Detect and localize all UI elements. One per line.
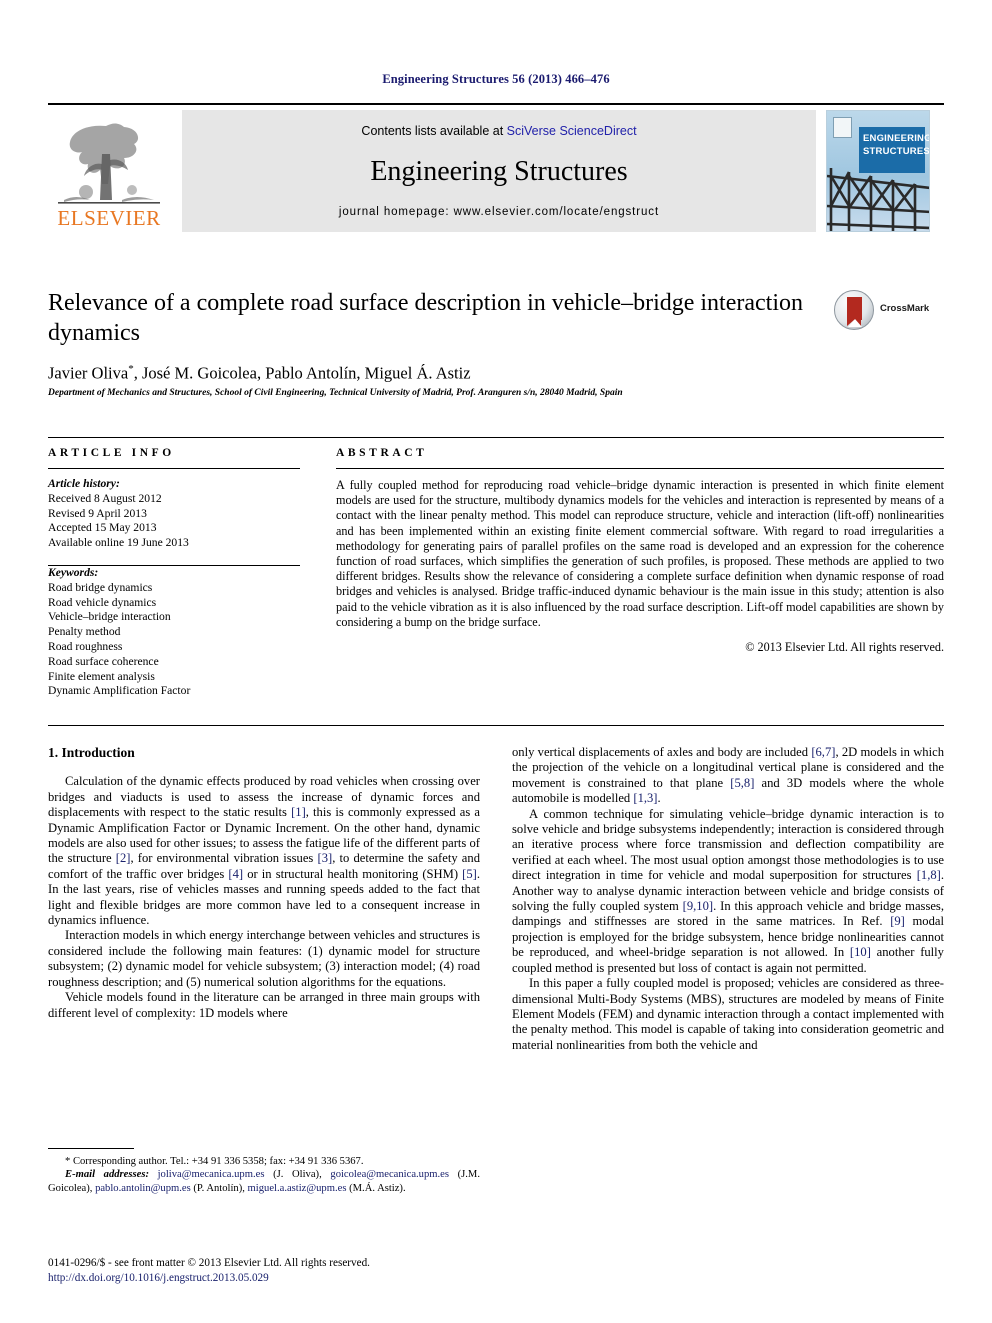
crossmark-label: CrossMark xyxy=(880,303,930,314)
citation-link[interactable]: [9] xyxy=(890,914,905,928)
elsevier-wordmark: ELSEVIER xyxy=(57,206,161,230)
bridge-truss-illustration xyxy=(827,168,929,231)
issn-line: 0141-0296/$ - see front matter © 2013 El… xyxy=(48,1257,370,1269)
cover-title-line2: STRUCTURES xyxy=(863,146,930,157)
contents-available-line: Contents lists available at SciVerse Sci… xyxy=(182,124,816,138)
citation-link[interactable]: [10] xyxy=(850,945,871,959)
history-item: Revised 9 April 2013 xyxy=(48,506,147,520)
keywords-label: Keywords: xyxy=(48,565,99,579)
journal-title: Engineering Structures xyxy=(370,156,628,187)
corresponding-author-note: * Corresponding author. Tel.: +34 91 336… xyxy=(65,1156,364,1167)
keyword-item: Road surface coherence xyxy=(48,654,159,668)
citation-link[interactable]: [6,7] xyxy=(811,745,835,759)
cover-publisher-badge xyxy=(833,117,852,138)
paragraph: Interaction models in which energy inter… xyxy=(48,928,480,989)
citation-link[interactable]: [2] xyxy=(116,851,131,865)
divider-below-abstract xyxy=(48,725,944,726)
body-column-right: only vertical displacements of axles and… xyxy=(512,745,944,1053)
keyword-item: Finite element analysis xyxy=(48,669,155,683)
keyword-item: Dynamic Amplification Factor xyxy=(48,684,191,698)
crossmark-badge-icon xyxy=(834,290,874,330)
email-addresses-note: E-mail addresses: joliva@mecanica.upm.es… xyxy=(48,1169,480,1194)
keyword-item: Road roughness xyxy=(48,639,123,653)
body-column-left: 1. Introduction Calculation of the dynam… xyxy=(48,745,480,1021)
email-person: (P. Antolín) xyxy=(193,1182,243,1194)
abstract-text: A fully coupled method for reproducing r… xyxy=(336,478,944,629)
email-link[interactable]: goicolea@mecanica.upm.es xyxy=(330,1169,449,1180)
footnote-block: * Corresponding author. Tel.: +34 91 336… xyxy=(48,1155,480,1195)
paragraph: Calculation of the dynamic effects produ… xyxy=(48,774,480,928)
email-link[interactable]: joliva@mecanica.upm.es xyxy=(158,1169,265,1180)
paragraph: In this paper a fully coupled model is p… xyxy=(512,976,944,1052)
citation-link[interactable]: [5] xyxy=(462,867,477,881)
citation-link[interactable]: [3] xyxy=(318,851,333,865)
corresponding-author-marker: * xyxy=(128,363,134,375)
citation-link[interactable]: [1] xyxy=(291,805,306,819)
contents-prefix: Contents lists available at xyxy=(361,124,507,138)
email-link[interactable]: pablo.antolin@upm.es xyxy=(95,1183,191,1194)
journal-homepage[interactable]: journal homepage: www.elsevier.com/locat… xyxy=(182,206,816,218)
citation-link[interactable]: [1,3] xyxy=(633,791,657,805)
section-heading-introduction: 1. Introduction xyxy=(48,745,135,760)
email-person: (M.Á. Astiz) xyxy=(349,1182,403,1194)
issn-doi-block: 0141-0296/$ - see front matter © 2013 El… xyxy=(48,1256,548,1285)
citation-link[interactable]: [1,8] xyxy=(917,868,941,882)
abstract-rule xyxy=(336,468,944,469)
keyword-item: Road vehicle dynamics xyxy=(48,595,157,609)
journal-banner-inner: ELSEVIER Contents lists available at Sci… xyxy=(48,108,944,233)
divider-above-abstract xyxy=(48,437,944,438)
keywords-block: Keywords: Road bridge dynamics Road vehi… xyxy=(48,566,300,699)
paragraph: A common technique for simulating vehicl… xyxy=(512,806,944,975)
keyword-item: Road bridge dynamics xyxy=(48,580,153,594)
article-history-block: Article history: Received 8 August 2012 … xyxy=(48,477,300,551)
email-link[interactable]: miguel.a.astiz@upm.es xyxy=(248,1183,347,1194)
sciencedirect-link[interactable]: SciVerse ScienceDirect xyxy=(507,124,637,138)
abstract-copyright: © 2013 Elsevier Ltd. All rights reserved… xyxy=(745,640,944,655)
crossmark-ribbon-icon xyxy=(847,297,862,326)
paper-page: Engineering Structures 56 (2013) 466–476 xyxy=(0,0,992,1323)
journal-cover-thumbnail: ENGINEERING STRUCTURES xyxy=(826,110,930,232)
citation-link[interactable]: [4] xyxy=(228,867,243,881)
elsevier-logo: ELSEVIER xyxy=(48,110,170,232)
affiliation: Department of Mechanics and Structures, … xyxy=(48,388,623,398)
history-item: Received 8 August 2012 xyxy=(48,491,162,505)
paragraph: only vertical displacements of axles and… xyxy=(512,745,944,806)
keyword-item: Penalty method xyxy=(48,625,121,639)
doi-link[interactable]: http://dx.doi.org/10.1016/j.engstruct.20… xyxy=(48,1271,548,1286)
citation-link[interactable]: [9,10] xyxy=(683,899,713,913)
history-item: Accepted 15 May 2013 xyxy=(48,521,157,535)
crossmark-arrow-icon xyxy=(848,319,862,327)
email-person: (J. Oliva) xyxy=(273,1169,320,1181)
journal-banner-panel: Contents lists available at SciVerse Sci… xyxy=(182,110,816,232)
page-title: Relevance of a complete road surface des… xyxy=(48,290,804,346)
email-addresses-label: E-mail addresses: xyxy=(65,1169,149,1181)
article-info-rule xyxy=(48,468,300,469)
history-item: Available online 19 June 2013 xyxy=(48,536,189,550)
running-head: Engineering Structures 56 (2013) 466–476 xyxy=(382,72,610,86)
paragraph: Vehicle models found in the literature c… xyxy=(48,990,480,1020)
title-block: Relevance of a complete road surface des… xyxy=(48,288,808,348)
abstract-column: ABSTRACT A fully coupled method for repr… xyxy=(336,447,944,655)
author-list: Javier Oliva*, José M. Goicolea, Pablo A… xyxy=(48,363,471,383)
citation-link[interactable]: [5,8] xyxy=(730,776,754,790)
cover-title-line1: ENGINEERING xyxy=(863,133,930,144)
keyword-item: Vehicle–bridge interaction xyxy=(48,610,171,624)
article-info-column: ARTICLE INFO Article history: Received 8… xyxy=(48,447,300,699)
article-history-label: Article history: xyxy=(48,477,120,490)
footnote-divider xyxy=(48,1148,134,1149)
article-info-heading: ARTICLE INFO xyxy=(48,447,175,459)
abstract-heading: ABSTRACT xyxy=(336,447,428,459)
elsevier-tree-icon xyxy=(58,123,160,204)
journal-banner: ELSEVIER Contents lists available at Sci… xyxy=(48,103,944,233)
crossmark-logo[interactable]: CrossMark xyxy=(834,288,944,334)
